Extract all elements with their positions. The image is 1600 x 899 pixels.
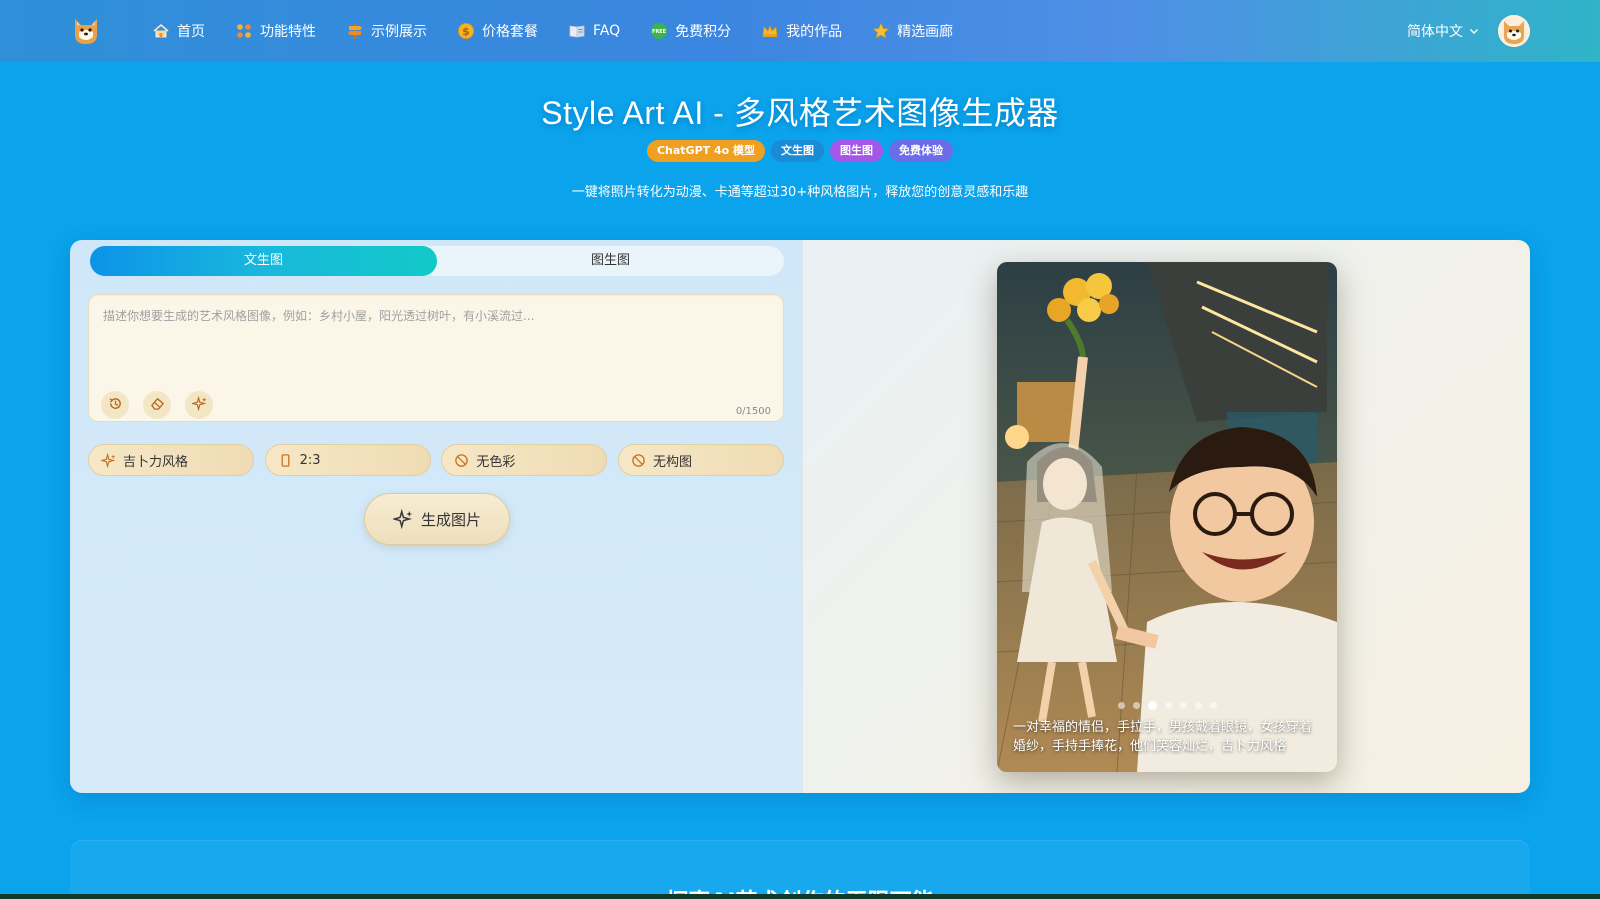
nav-item-label: 精选画廊	[897, 24, 954, 40]
nav-item-label: 首页	[177, 24, 205, 40]
dollar-coin-icon: $	[457, 22, 475, 40]
carousel-dot[interactable]	[1147, 701, 1157, 710]
nav-item-examples[interactable]: 示例展示	[346, 0, 427, 62]
signpost-icon	[346, 22, 364, 40]
option-row: 吉卜力风格 2:3 无色彩 无构图	[88, 444, 784, 476]
hero-subtitle: 一键将照片转化为动漫、卡通等超过30+种风格图片，释放您的创意灵感和乐趣	[571, 185, 1029, 200]
aspect-ratio-select[interactable]: 2:3	[264, 444, 431, 476]
nav-item-label: 我的作品	[786, 24, 843, 40]
color-select[interactable]: 无色彩	[441, 444, 608, 476]
char-counter: 0/1500	[735, 406, 771, 417]
example-artwork-image	[997, 262, 1337, 772]
nav-item-gallery[interactable]: 精选画廊	[872, 0, 953, 62]
history-button[interactable]	[101, 391, 129, 419]
sparkle-icon	[99, 452, 116, 468]
svg-text:FREE: FREE	[652, 29, 667, 35]
badge-text-to-image: 文生图	[771, 140, 825, 162]
portrait-ratio-icon	[278, 453, 293, 468]
badge-free-trial: 免费体验	[889, 140, 954, 162]
badge-row: ChatGPT 4o 模型 文生图 图生图 免费体验	[0, 140, 1600, 162]
nav-item-home[interactable]: 首页	[152, 0, 205, 62]
style-select[interactable]: 吉卜力风格	[88, 444, 254, 476]
nav-item-my-works[interactable]: 我的作品	[761, 0, 842, 62]
carousel-dot[interactable]	[1209, 702, 1217, 709]
sparkle-icon	[391, 508, 413, 530]
crown-icon	[761, 22, 779, 40]
sparkle-icon	[190, 395, 207, 415]
badge-model: ChatGPT 4o 模型	[646, 140, 766, 162]
composition-select-label: 无构图	[652, 454, 692, 470]
chevron-down-icon	[1468, 25, 1480, 37]
nav-item-label: 免费积分	[675, 24, 732, 40]
nav-item-faq[interactable]: FAQ	[568, 0, 620, 62]
star-icon	[872, 22, 890, 40]
history-icon	[108, 396, 123, 415]
style-select-label: 吉卜力风格	[123, 454, 189, 470]
footer-image-strip	[0, 894, 1600, 899]
carousel-dots	[997, 701, 1337, 710]
free-badge-icon: FREE	[650, 22, 668, 40]
shiba-avatar-icon[interactable]	[1498, 15, 1530, 47]
generate-button[interactable]: 生成图片	[364, 493, 510, 545]
language-selector[interactable]: 简体中文	[1407, 21, 1480, 41]
tab-image-to-image[interactable]: 图生图	[437, 246, 784, 276]
composition-select[interactable]: 无构图	[617, 444, 784, 476]
clear-button[interactable]	[143, 391, 171, 419]
carousel-dot[interactable]	[1117, 702, 1125, 709]
enhance-prompt-button[interactable]	[185, 391, 213, 419]
grid-icon	[235, 22, 253, 40]
ban-icon	[454, 453, 469, 468]
color-select-label: 无色彩	[476, 454, 516, 470]
book-icon	[568, 22, 586, 40]
prompt-input[interactable]	[103, 307, 769, 377]
prompt-box: 0/1500	[88, 294, 784, 422]
carousel-dot[interactable]	[1132, 702, 1140, 709]
generator-panel: 文生图 图生图 0/1500	[70, 240, 802, 793]
nav-item-label: 功能特性	[260, 24, 316, 40]
nav-item-label: 价格套餐	[482, 24, 538, 40]
nav-item-label: FAQ	[593, 23, 621, 39]
tab-text-to-image[interactable]: 文生图	[90, 246, 437, 276]
generator-card: 文生图 图生图 0/1500	[70, 240, 1530, 793]
home-icon	[152, 22, 170, 40]
badge-image-to-image: 图生图	[830, 140, 884, 162]
language-label: 简体中文	[1407, 24, 1463, 40]
svg-text:$: $	[462, 25, 470, 38]
nav-item-free-credits[interactable]: FREE 免费积分	[650, 0, 731, 62]
generate-button-label: 生成图片	[420, 510, 481, 529]
top-nav: 首页 功能特性 示例展示 $ 价格套餐 FAQ FREE 免费积分 我的作品 精…	[0, 0, 1600, 62]
carousel-dot[interactable]	[1179, 702, 1187, 709]
eraser-icon	[150, 396, 165, 415]
nav-item-features[interactable]: 功能特性	[235, 0, 316, 62]
preview-panel: 一对幸福的情侣，手拉手，男孩戴着眼镜，女孩穿着婚纱，手持手捧花，他们笑容灿烂，吉…	[802, 240, 1530, 793]
carousel-dot[interactable]	[1194, 702, 1202, 709]
shiba-dog-logo-icon[interactable]	[70, 15, 102, 47]
mode-tabs: 文生图 图生图	[90, 246, 784, 276]
example-image-carousel[interactable]: 一对幸福的情侣，手拉手，男孩戴着眼镜，女孩穿着婚纱，手持手捧花，他们笑容灿烂，吉…	[997, 262, 1337, 772]
nav-item-label: 示例展示	[371, 24, 427, 40]
carousel-dot[interactable]	[1164, 702, 1172, 709]
page-title: Style Art AI - 多风格艺术图像生成器	[541, 95, 1059, 131]
image-caption: 一对幸福的情侣，手拉手，男孩戴着眼镜，女孩穿着婚纱，手持手捧花，他们笑容灿烂，吉…	[1013, 720, 1313, 754]
ban-icon	[631, 453, 646, 468]
aspect-ratio-label: 2:3	[299, 452, 321, 468]
nav-item-pricing[interactable]: $ 价格套餐	[457, 0, 538, 62]
